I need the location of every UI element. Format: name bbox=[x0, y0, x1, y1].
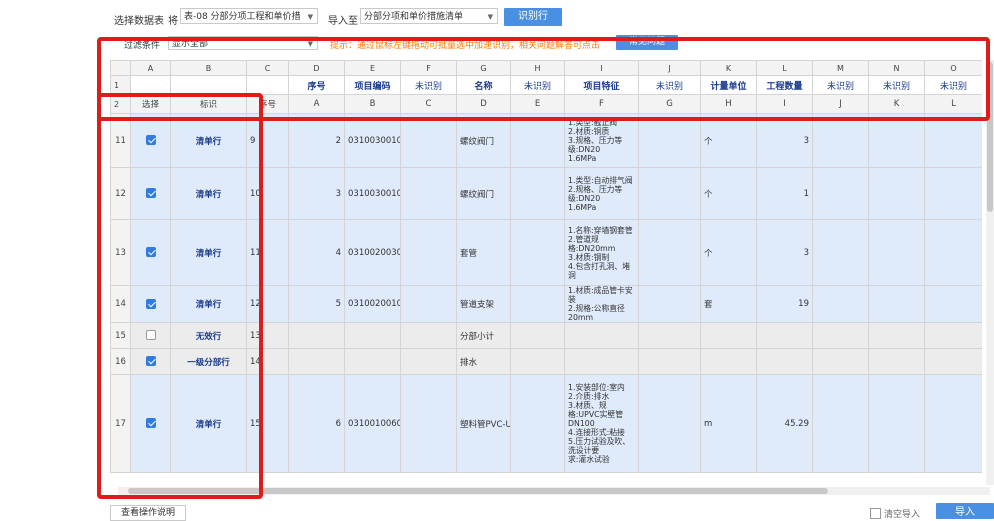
unrecognized-cell bbox=[924, 167, 982, 220]
index-cell: 4 bbox=[288, 219, 345, 286]
unrecognized-cell bbox=[812, 374, 869, 473]
unit-cell bbox=[700, 322, 757, 349]
index-cell: 6 bbox=[288, 374, 345, 473]
select-table-label: 选择数据表 bbox=[114, 16, 164, 27]
name-cell: 排水 bbox=[456, 348, 511, 375]
feature-cell: 1.类型:截止阀 2.材质:铜质 3.规格、压力等级:DN20 1.6MPa bbox=[564, 113, 639, 168]
feature-cell: 1.材质:成品管卡安装 2.规格:公称直径20mm bbox=[564, 285, 639, 323]
unrecognized-cell bbox=[868, 348, 925, 375]
unrecognized-cell bbox=[812, 322, 869, 349]
unrecognized-cell bbox=[510, 285, 565, 323]
sheet-select-value: 表-08 分部分项工程和单价措 bbox=[184, 12, 301, 22]
name-cell: 塑料管PVC-U bbox=[456, 374, 511, 473]
unit-cell: 套 bbox=[700, 285, 757, 323]
unrecognized-cell bbox=[510, 348, 565, 375]
unrecognized-cell bbox=[638, 113, 701, 168]
qty-cell: 1 bbox=[756, 167, 813, 220]
unrecognized-cell bbox=[812, 167, 869, 220]
unrecognized-cell bbox=[638, 219, 701, 286]
index-cell bbox=[288, 348, 345, 375]
unrecognized-cell bbox=[400, 374, 457, 473]
unrecognized-cell bbox=[638, 374, 701, 473]
index-cell: 2 bbox=[288, 113, 345, 168]
qty-cell: 19 bbox=[756, 285, 813, 323]
unit-cell: 个 bbox=[700, 113, 757, 168]
code-cell: 031003001002 bbox=[344, 167, 401, 220]
sheet-select[interactable]: 表-08 分部分项工程和单价措 ▼ bbox=[180, 8, 318, 24]
feature-cell bbox=[564, 322, 639, 349]
code-cell bbox=[344, 348, 401, 375]
qty-cell bbox=[756, 322, 813, 349]
unrecognized-cell bbox=[924, 219, 982, 286]
clear-import-checkbox[interactable] bbox=[870, 508, 881, 519]
unrecognized-cell bbox=[510, 374, 565, 473]
unrecognized-cell bbox=[868, 113, 925, 168]
unrecognized-cell bbox=[510, 113, 565, 168]
unrecognized-cell bbox=[868, 167, 925, 220]
unrecognized-cell bbox=[638, 348, 701, 375]
qty-cell: 3 bbox=[756, 219, 813, 286]
code-cell bbox=[344, 322, 401, 349]
unrecognized-cell bbox=[924, 374, 982, 473]
instructions-button[interactable]: 查看操作说明 bbox=[110, 505, 186, 521]
code-cell: 031001006002 bbox=[344, 374, 401, 473]
unrecognized-cell bbox=[868, 219, 925, 286]
unrecognized-cell bbox=[400, 113, 457, 168]
unit-cell: m bbox=[700, 374, 757, 473]
import-to-label: 导入至 bbox=[328, 16, 358, 27]
unrecognized-cell bbox=[812, 285, 869, 323]
unrecognized-cell bbox=[924, 113, 982, 168]
unrecognized-cell bbox=[638, 285, 701, 323]
unrecognized-cell bbox=[812, 219, 869, 286]
unrecognized-cell bbox=[924, 348, 982, 375]
code-cell: 031002003001 bbox=[344, 219, 401, 286]
code-cell: 031002001001 bbox=[344, 285, 401, 323]
feature-cell bbox=[564, 348, 639, 375]
unit-cell: 个 bbox=[700, 167, 757, 220]
unrecognized-cell bbox=[400, 348, 457, 375]
unit-cell bbox=[700, 348, 757, 375]
unrecognized-cell bbox=[510, 322, 565, 349]
index-cell bbox=[288, 322, 345, 349]
unrecognized-cell bbox=[510, 167, 565, 220]
import-to-select[interactable]: 分部分项和单价措施清单 ▼ bbox=[360, 8, 498, 24]
unrecognized-cell bbox=[400, 285, 457, 323]
name-cell: 套管 bbox=[456, 219, 511, 286]
index-cell: 3 bbox=[288, 167, 345, 220]
unrecognized-cell bbox=[868, 285, 925, 323]
annotation-box-columns bbox=[97, 93, 263, 499]
index-cell: 5 bbox=[288, 285, 345, 323]
unrecognized-cell bbox=[924, 322, 982, 349]
chevron-down-icon: ▼ bbox=[487, 13, 493, 21]
unrecognized-cell bbox=[638, 167, 701, 220]
sheet-prefix-label: 将 bbox=[168, 16, 178, 27]
import-to-value: 分部分项和单价措施清单 bbox=[364, 12, 464, 22]
feature-cell: 1.名称:穿墙钢套管 2.管道规格:DN20mm 3.材质:钢制 4.包含打孔洞… bbox=[564, 219, 639, 286]
unrecognized-cell bbox=[400, 167, 457, 220]
unrecognized-cell bbox=[400, 322, 457, 349]
qty-cell: 3 bbox=[756, 113, 813, 168]
qty-cell: 45.29 bbox=[756, 374, 813, 473]
unrecognized-cell bbox=[812, 113, 869, 168]
chevron-down-icon: ▼ bbox=[307, 13, 313, 21]
unrecognized-cell bbox=[638, 322, 701, 349]
qty-cell bbox=[756, 348, 813, 375]
import-button[interactable]: 导入 bbox=[936, 503, 994, 519]
code-cell: 031003001001 bbox=[344, 113, 401, 168]
unrecognized-cell bbox=[924, 285, 982, 323]
clear-import-label: 清空导入 bbox=[884, 510, 921, 520]
unrecognized-cell bbox=[868, 322, 925, 349]
unrecognized-cell bbox=[400, 219, 457, 286]
name-cell: 螺纹阀门 bbox=[456, 167, 511, 220]
name-cell: 分部小计 bbox=[456, 322, 511, 349]
unit-cell: 个 bbox=[700, 219, 757, 286]
name-cell: 螺纹阀门 bbox=[456, 113, 511, 168]
unrecognized-cell bbox=[868, 374, 925, 473]
unrecognized-cell bbox=[510, 219, 565, 286]
feature-cell: 1.类型:自动排气阀 2.规格、压力等级:DN20 1.6MPa bbox=[564, 167, 639, 220]
name-cell: 管道支架 bbox=[456, 285, 511, 323]
identify-rows-button[interactable]: 识别行 bbox=[504, 8, 562, 26]
unrecognized-cell bbox=[812, 348, 869, 375]
feature-cell: 1.安装部位:室内 2.介质:排水 3.材质、规格:UPVC实壁管 DN100 … bbox=[564, 374, 639, 473]
